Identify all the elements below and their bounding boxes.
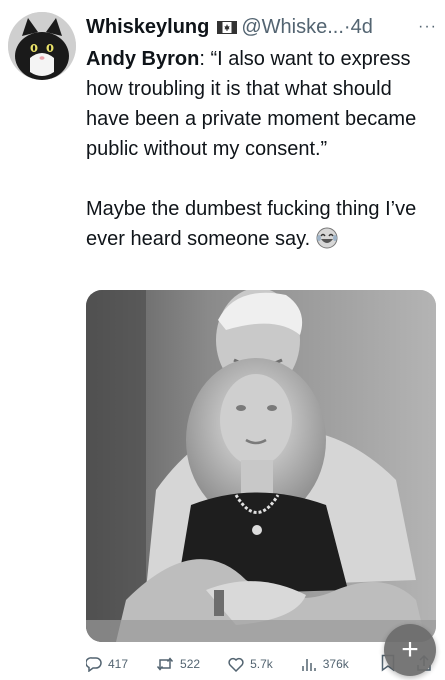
reply-icon: [86, 657, 102, 672]
canada-flag-icon: [217, 20, 238, 34]
compose-button[interactable]: +: [384, 624, 436, 676]
views-button[interactable]: 376k: [301, 657, 349, 672]
cat-avatar-icon: [8, 12, 76, 80]
comment-text: Maybe the dumbest fucking thing I’ve eve…: [86, 198, 417, 250]
laughing-crying-emoji: [316, 227, 338, 258]
tweet-header: Whiskeylung @Whiske... · 4d ···: [86, 14, 437, 40]
views-count: 376k: [322, 657, 349, 671]
compose-plus-icon: +: [401, 633, 419, 666]
comment: Maybe the dumbest fucking thing I’ve eve…: [86, 194, 436, 258]
quoted-statement: Andy Byron: “I also want to express how …: [86, 44, 436, 164]
tweet-image[interactable]: [86, 290, 436, 642]
repost-count: 522: [180, 657, 201, 671]
repost-button[interactable]: 522: [156, 656, 200, 672]
photo-image: [86, 290, 436, 642]
display-name[interactable]: Whiskeylung: [86, 16, 209, 39]
like-count: 5.7k: [250, 657, 273, 671]
separator-dot: ·: [343, 15, 351, 38]
more-dots-icon[interactable]: ···: [418, 18, 437, 36]
timestamp[interactable]: 4d: [351, 16, 373, 39]
avatar[interactable]: [8, 12, 76, 80]
reply-count: 417: [108, 657, 129, 671]
reply-button[interactable]: 417: [86, 656, 128, 672]
like-button[interactable]: 5.7k: [228, 657, 273, 672]
repost-icon: [156, 657, 174, 671]
quote-name: Andy Byron: [86, 48, 200, 70]
tweet-text: Andy Byron: “I also want to express how …: [86, 44, 436, 258]
handle[interactable]: @Whiske...: [241, 16, 344, 39]
heart-icon: [228, 657, 244, 672]
tweet[interactable]: Whiskeylung @Whiske... · 4d ··· Andy Byr…: [0, 0, 445, 680]
views-chart-icon: [302, 658, 316, 671]
